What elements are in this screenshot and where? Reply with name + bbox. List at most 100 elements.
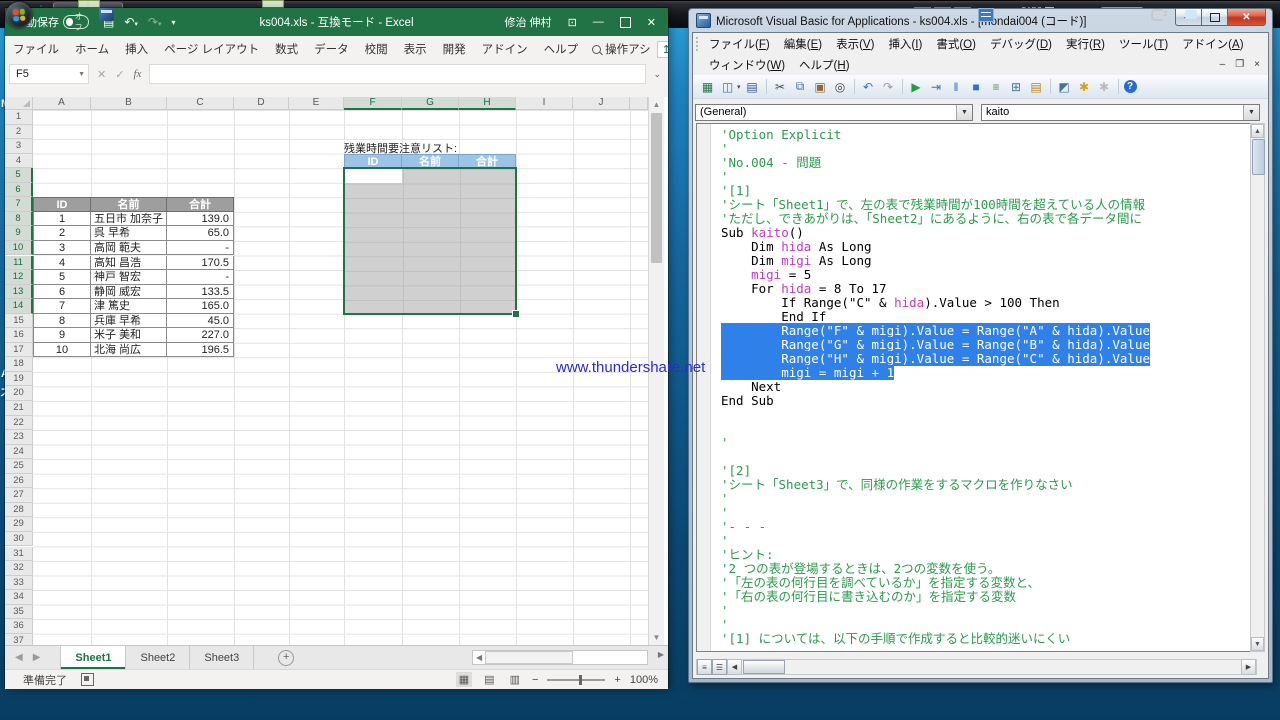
code-line[interactable]: Next [721,380,781,394]
page-layout-view-icon[interactable]: ▤ [481,672,497,687]
zoom-in-icon[interactable]: + [614,674,620,686]
scroll-left-icon[interactable]: ◀ [473,653,485,662]
enter-icon[interactable]: ✓ [115,68,124,81]
cancel-icon[interactable]: ✕ [97,68,106,81]
menu-編集[interactable]: 編集(E) [777,36,829,52]
formula-input[interactable] [149,64,646,84]
help-icon[interactable]: ? [1124,80,1137,93]
code-line[interactable]: Sub kaito() [721,226,804,240]
code-line[interactable]: ' [721,170,729,184]
ribbon-tab-挿入[interactable]: 挿入 [117,41,156,57]
insert-function-icon[interactable]: fx [133,68,141,80]
scroll-left-icon[interactable]: ◀ [727,659,742,675]
row-header-19[interactable]: 19 [5,372,33,387]
code-horizontal-scrollbar[interactable]: ≡ ☰ ◀ ▶ [696,659,1257,675]
column-header-B[interactable]: B [91,97,167,110]
row-header-25[interactable]: 25 [5,459,33,474]
row-header-8[interactable]: 8 [5,212,33,227]
name-box-dropdown-icon[interactable]: ▼ [78,71,88,78]
right-table-header-cell[interactable]: 合計 [459,154,516,169]
sheet-tab-Sheet1[interactable]: Sheet1 [60,646,126,669]
right-table-header-cell[interactable]: 名前 [402,154,459,169]
left-table-cell[interactable]: 5 [33,270,91,285]
dropdown-arrow-icon[interactable]: ▼ [956,105,972,120]
column-header-J[interactable]: J [573,97,630,110]
left-table-cell[interactable]: 139.0 [167,212,234,227]
code-line[interactable]: '2 つの表が登場するときは、2つの変数を使う。 [721,562,1000,576]
left-table-cell[interactable]: - [167,241,234,256]
row-header-23[interactable]: 23 [5,430,33,445]
zoom-out-icon[interactable]: − [532,674,538,686]
ime-pad-icon[interactable] [978,8,994,22]
scroll-right-icon[interactable]: ▶ [658,650,664,659]
left-table-cell[interactable]: 133.5 [167,285,234,300]
code-line[interactable]: ' [721,436,729,450]
left-table-cell[interactable]: 2 [33,226,91,241]
row-header-31[interactable]: 31 [5,547,33,562]
left-table-header-cell[interactable]: 名前 [91,197,167,212]
menu-ツール[interactable]: ツール(T) [1112,36,1175,52]
row-header-1[interactable]: 1 [5,110,33,125]
code-line[interactable]: migi = 5 [721,268,811,282]
left-table-cell[interactable]: 1 [33,212,91,227]
share-button[interactable]: ↥ [657,41,668,58]
column-header-I[interactable]: I [516,97,573,110]
procedure-dropdown[interactable]: kaito ▼ [981,104,1260,121]
menu-挿入[interactable]: 挿入(I) [881,36,929,52]
object-dropdown[interactable]: (General) ▼ [695,104,973,121]
column-header-D[interactable]: D [234,97,289,110]
left-table-cell[interactable]: 米子 美和 [91,328,167,343]
row-header-18[interactable]: 18 [5,357,33,372]
ribbon-tab-ページ レイアウト[interactable]: ページ レイアウト [156,41,267,57]
row-header-29[interactable]: 29 [5,517,33,532]
scroll-up-icon[interactable]: ▲ [1251,124,1264,138]
code-line[interactable]: '[1] については、以下の手順で作成すると比較的迷いにくい [721,632,1070,646]
ribbon-tab-アドイン[interactable]: アドイン [474,41,536,57]
code-line[interactable]: For hida = 8 To 17 [721,282,887,296]
mdi-restore-icon[interactable]: ❐ [1235,59,1244,70]
row-header-21[interactable]: 21 [5,401,33,416]
ribbon-display-options-icon[interactable]: ⊡ [568,16,577,29]
row-header-26[interactable]: 26 [5,474,33,489]
find-icon[interactable]: ◎ [832,79,849,95]
code-line[interactable]: 'シート「Sheet1」で、左の表で残業時間が100時間を超えている人の情報 [721,198,1145,212]
properties-window-icon[interactable]: ▤ [1028,79,1045,95]
office-assistant-icon[interactable]: ✱ [1096,79,1113,95]
grid-hscroll-thumb[interactable] [485,651,573,664]
left-table-cell[interactable]: 津 篤史 [91,299,167,314]
row-header-28[interactable]: 28 [5,503,33,518]
maximize-button[interactable] [620,17,631,28]
left-table-cell[interactable]: 高知 昌浩 [91,256,167,271]
left-table-cell[interactable]: 10 [33,343,91,358]
ribbon-tab-ヘルプ[interactable]: ヘルプ [536,41,587,57]
row-header-2[interactable]: 2 [5,125,33,140]
code-line[interactable]: Range("G" & migi).Value = Range("B" & hi… [721,338,1150,352]
code-line[interactable]: ' [721,142,729,156]
grid-horizontal-scrollbar[interactable]: ◀ [472,650,648,665]
code-line[interactable]: If Range("C" & hida).Value > 100 Then [721,296,1060,310]
start-button[interactable] [6,2,32,28]
ribbon-tab-数式[interactable]: 数式 [267,41,306,57]
dropdown-arrow-icon[interactable]: ▼ [1243,105,1259,120]
row-header-7[interactable]: 7 [5,197,33,212]
left-table-header-cell[interactable]: 合計 [167,197,234,212]
left-table-cell[interactable]: 3 [33,241,91,256]
fill-handle[interactable] [512,310,520,318]
scroll-down-icon[interactable]: ▼ [649,633,664,642]
design-mode-icon[interactable]: ≡ [988,79,1005,95]
code-line[interactable]: End Sub [721,394,774,408]
row-header-17[interactable]: 17 [5,343,33,358]
customize-qat-icon[interactable]: ▾ [172,18,176,27]
column-header-G[interactable]: G [402,97,459,110]
row-header-35[interactable]: 35 [5,605,33,620]
code-line[interactable]: '[2] [721,464,751,478]
code-line[interactable]: Range("H" & migi).Value = Range("C" & hi… [721,352,1150,366]
new-sheet-button[interactable]: + [278,650,294,666]
row-header-15[interactable]: 15 [5,314,33,329]
left-table-header-cell[interactable]: ID [33,197,91,212]
code-line[interactable]: ' [721,604,729,618]
left-table-cell[interactable]: 9 [33,328,91,343]
zoom-slider[interactable] [547,679,605,681]
step-icon[interactable]: ⇥ [928,79,945,95]
left-table-cell[interactable]: 高岡 範夫 [91,241,167,256]
